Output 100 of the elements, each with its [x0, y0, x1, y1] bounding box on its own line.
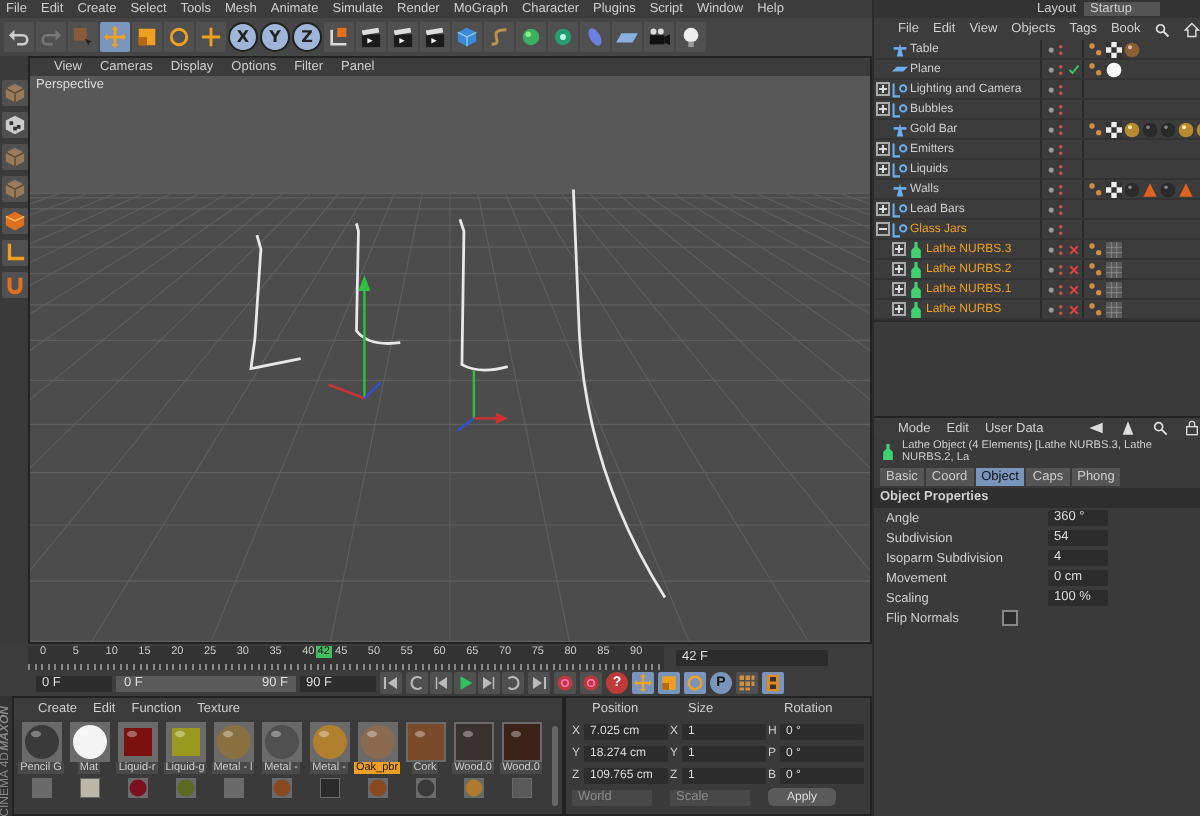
- texture-icon[interactable]: [1106, 301, 1122, 317]
- visibility-dots-icon[interactable]: [1046, 121, 1066, 137]
- table-icon: [892, 121, 908, 137]
- scale-button[interactable]: [132, 22, 162, 52]
- skip-back-button[interactable]: [380, 672, 402, 694]
- visibility-dots-icon[interactable]: [1046, 101, 1066, 117]
- cross-icon[interactable]: [1068, 283, 1080, 295]
- visibility-dots-icon[interactable]: [1046, 301, 1066, 317]
- material-swatch[interactable]: [355, 722, 399, 762]
- step-back-icon: [432, 674, 450, 692]
- cross-icon[interactable]: [1068, 303, 1080, 315]
- material-swatch[interactable]: [307, 722, 351, 762]
- visibility-dots-icon[interactable]: [1046, 281, 1066, 297]
- visibility-dots-icon[interactable]: [1046, 141, 1066, 157]
- grid-button[interactable]: [736, 672, 758, 694]
- material-swatch[interactable]: [67, 722, 111, 762]
- expander-icon[interactable]: [876, 222, 890, 236]
- cube-button[interactable]: [1, 176, 27, 202]
- axis-button[interactable]: [1, 240, 27, 266]
- expander-icon[interactable]: [876, 202, 890, 216]
- floor-plane-button[interactable]: [612, 22, 642, 52]
- scrollbar[interactable]: [552, 726, 558, 806]
- visibility-dots-icon[interactable]: [1046, 81, 1066, 97]
- texture-icon[interactable]: [1106, 241, 1122, 257]
- checkered-cube-button[interactable]: [1, 112, 27, 138]
- back-arrow-icon[interactable]: [1088, 420, 1104, 436]
- expander-icon[interactable]: [876, 142, 890, 156]
- material-swatch[interactable]: [163, 722, 207, 762]
- expander-icon[interactable]: [892, 282, 906, 296]
- plus-icon: [200, 26, 222, 48]
- visibility-dots-icon[interactable]: [1046, 161, 1066, 177]
- skip-forward-button[interactable]: [528, 672, 550, 694]
- material-swatch[interactable]: [19, 722, 63, 762]
- material-swatch[interactable]: [259, 722, 303, 762]
- search-icon[interactable]: [1154, 21, 1171, 37]
- cross-icon[interactable]: [1068, 263, 1080, 275]
- camera-button[interactable]: [644, 22, 674, 52]
- expander-icon[interactable]: [876, 102, 890, 116]
- visibility-dots-icon[interactable]: [1046, 241, 1066, 257]
- cube-button[interactable]: [1, 208, 27, 234]
- visibility-dots-icon[interactable]: [1046, 61, 1066, 77]
- cube-icon: [3, 146, 25, 168]
- material-swatch[interactable]: [115, 722, 159, 762]
- checkerboard-icon[interactable]: [1106, 41, 1122, 57]
- spline-button[interactable]: [484, 22, 514, 52]
- material-swatch[interactable]: [211, 722, 255, 762]
- expander-icon[interactable]: [876, 82, 890, 96]
- light-bulb-button[interactable]: [676, 22, 706, 52]
- checkerboard-icon[interactable]: [1106, 121, 1122, 137]
- undo-button[interactable]: [4, 22, 34, 52]
- expander-icon[interactable]: [892, 242, 906, 256]
- visibility-dots-icon[interactable]: [1046, 201, 1066, 217]
- sphere-icon[interactable]: [1178, 121, 1194, 137]
- cube-icon: [3, 178, 25, 200]
- rotate-button[interactable]: [164, 22, 194, 52]
- sphere-icon[interactable]: [1124, 41, 1140, 57]
- plus-button[interactable]: [196, 22, 226, 52]
- axis-lock-button[interactable]: Z: [292, 22, 322, 52]
- clapperboard-button[interactable]: [388, 22, 418, 52]
- axis-lock-button[interactable]: Y: [260, 22, 290, 52]
- expander-icon[interactable]: [892, 302, 906, 316]
- step-back-button[interactable]: [430, 672, 452, 694]
- material-swatch[interactable]: [403, 722, 447, 762]
- visibility-dots-icon[interactable]: [1046, 261, 1066, 277]
- visibility-dots-icon[interactable]: [1046, 41, 1066, 57]
- cross-icon[interactable]: [1068, 243, 1080, 255]
- film-strip-button[interactable]: [762, 672, 784, 694]
- loop-button[interactable]: [502, 672, 524, 694]
- texture-icon[interactable]: [1106, 281, 1122, 297]
- redo-icon: [40, 26, 62, 48]
- visibility-dots-icon[interactable]: [1046, 221, 1066, 237]
- expander-icon[interactable]: [876, 162, 890, 176]
- magnet-button[interactable]: [1, 272, 27, 298]
- texture-icon[interactable]: [1106, 261, 1122, 277]
- sphere-icon[interactable]: [1124, 121, 1140, 137]
- checkbox[interactable]: [1002, 610, 1018, 626]
- checkerboard-icon[interactable]: [1106, 181, 1122, 197]
- arrowhead-icon[interactable]: [1120, 420, 1136, 436]
- coordinate-system-button[interactable]: [324, 22, 354, 52]
- sphere-icon[interactable]: [1106, 61, 1122, 77]
- record-button[interactable]: [580, 672, 602, 694]
- loop-button[interactable]: [406, 672, 428, 694]
- play-button[interactable]: [454, 672, 476, 694]
- cube-button[interactable]: [452, 22, 482, 52]
- flower-button[interactable]: [548, 22, 578, 52]
- table-icon: [892, 181, 908, 197]
- material-swatch[interactable]: [451, 722, 495, 762]
- record-button[interactable]: [554, 672, 576, 694]
- clapperboard-button[interactable]: [420, 22, 450, 52]
- expander-icon[interactable]: [892, 262, 906, 276]
- sphere-button[interactable]: [516, 22, 546, 52]
- step-forward-button[interactable]: [478, 672, 500, 694]
- clapperboard-button[interactable]: [356, 22, 386, 52]
- visibility-dots-icon[interactable]: [1046, 181, 1066, 197]
- check-icon[interactable]: [1068, 63, 1080, 75]
- axis-lock-button[interactable]: X: [228, 22, 258, 52]
- search-icon[interactable]: [1152, 420, 1168, 436]
- lock-icon[interactable]: [1184, 420, 1200, 436]
- material-swatch[interactable]: [499, 722, 543, 762]
- home-icon[interactable]: [1184, 21, 1200, 37]
